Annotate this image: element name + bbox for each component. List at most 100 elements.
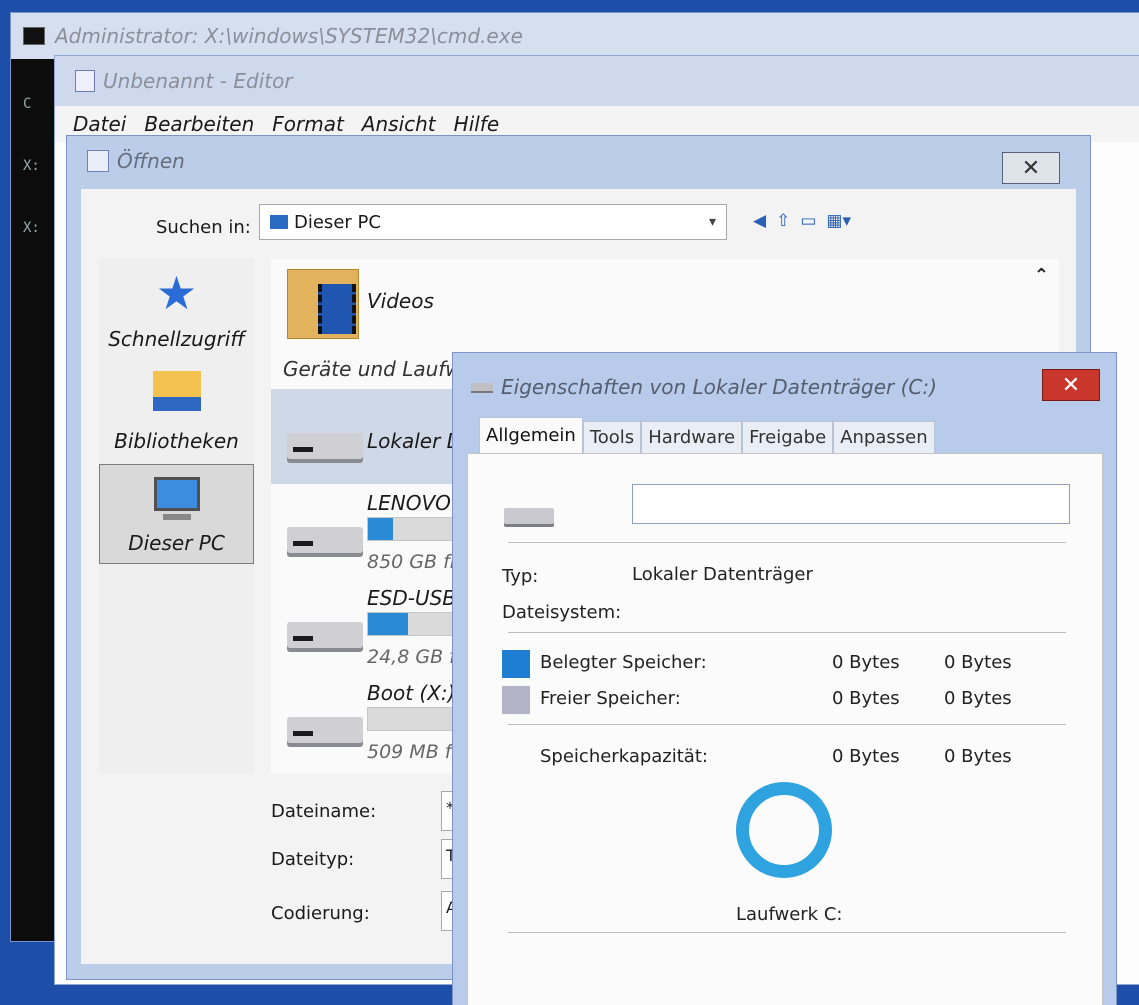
- drive-free: 24,8 GB f: [367, 646, 456, 668]
- usage-ring-chart: [736, 782, 832, 878]
- properties-tabs: Allgemein Tools Hardware Freigabe Anpass…: [479, 417, 935, 453]
- free-bytes: 0 Bytes: [832, 688, 900, 709]
- filename-label: Dateiname:: [271, 801, 377, 822]
- capacity-size: 0 Bytes: [944, 746, 1012, 767]
- menu-hilfe[interactable]: Hilfe: [454, 112, 500, 136]
- drive-usage-bar: [367, 707, 457, 731]
- used-color-swatch: [502, 650, 530, 678]
- place-label: Dieser PC: [128, 531, 225, 555]
- cmd-line: X:: [23, 158, 40, 174]
- open-toolbar: ◀ ⇧ ▭ ▦▾: [753, 211, 851, 231]
- place-quick-access[interactable]: ★ Schnellzugriff: [99, 269, 254, 369]
- menu-datei[interactable]: Datei: [73, 112, 126, 136]
- drive-icon: [504, 508, 554, 524]
- monitor-stand: [162, 514, 191, 520]
- videos-label[interactable]: Videos: [367, 289, 434, 313]
- general-tab-panel: Typ: Lokaler Datenträger Dateisystem: Be…: [467, 453, 1103, 1005]
- menu-bearbeiten[interactable]: Bearbeiten: [144, 112, 254, 136]
- capacity-bytes: 0 Bytes: [832, 746, 900, 767]
- type-value: Lokaler Datenträger: [632, 564, 813, 585]
- tab-freigabe[interactable]: Freigabe: [742, 421, 834, 453]
- properties-titlebar[interactable]: Eigenschaften von Lokaler Datenträger (C…: [453, 353, 1116, 421]
- open-close-button[interactable]: ✕: [1002, 152, 1060, 184]
- open-titlebar[interactable]: Öffnen ✕: [67, 136, 1090, 186]
- notepad-icon: [75, 70, 95, 92]
- tab-hardware[interactable]: Hardware: [641, 421, 743, 453]
- type-label: Typ:: [502, 566, 539, 587]
- properties-title: Eigenschaften von Lokaler Datenträger (C…: [501, 375, 937, 399]
- cmd-output: C X: X:: [23, 73, 40, 259]
- places-bar: ★ Schnellzugriff Bibliotheken Dieser PC: [99, 259, 254, 774]
- drive-led: [293, 541, 313, 546]
- drive-usage-fill: [368, 613, 408, 635]
- used-label: Belegter Speicher:: [540, 652, 707, 673]
- drive-name: ESD-USB: [367, 586, 457, 610]
- divider: [508, 542, 1066, 543]
- drive-name-input[interactable]: [632, 484, 1070, 524]
- filesystem-label: Dateisystem:: [502, 602, 622, 623]
- free-label: Freier Speicher:: [540, 688, 681, 709]
- cmd-icon: [23, 27, 45, 45]
- divider: [508, 932, 1066, 933]
- drive-icon: [287, 433, 363, 459]
- place-label: Bibliotheken: [114, 429, 239, 453]
- drive-usage-bar: [367, 612, 457, 636]
- drive-name: Boot (X:): [367, 681, 456, 705]
- drive-led: [293, 636, 313, 641]
- free-size: 0 Bytes: [944, 688, 1012, 709]
- used-bytes: 0 Bytes: [832, 652, 900, 673]
- drive-led: [293, 731, 313, 736]
- menu-ansicht[interactable]: Ansicht: [362, 112, 436, 136]
- properties-dialog: Eigenschaften von Lokaler Datenträger (C…: [452, 352, 1117, 1005]
- cmd-titlebar[interactable]: Administrator: X:\windows\SYSTEM32\cmd.e…: [11, 13, 1139, 59]
- scroll-up-icon[interactable]: ⌃: [1034, 265, 1049, 286]
- place-this-pc[interactable]: Dieser PC: [99, 464, 254, 564]
- drive-icon: [287, 527, 363, 553]
- place-label: Schnellzugriff: [108, 327, 245, 351]
- star-icon: ★: [155, 266, 198, 320]
- back-icon[interactable]: ◀: [753, 211, 766, 231]
- drive-name: Lokaler D: [367, 429, 463, 453]
- place-libraries[interactable]: Bibliotheken: [99, 371, 254, 471]
- editor-title: Unbenannt - Editor: [103, 69, 293, 93]
- up-folder-icon[interactable]: ⇧: [776, 211, 790, 231]
- drive-led: [293, 447, 313, 452]
- capacity-label: Speicherkapazität:: [540, 746, 708, 767]
- drive-usage-fill: [368, 518, 393, 540]
- look-in-select[interactable]: Dieser PC ▾: [259, 204, 727, 240]
- menu-format[interactable]: Format: [272, 112, 344, 136]
- drive-icon: [287, 622, 363, 648]
- drive-icon: [471, 383, 493, 391]
- drive-usage-bar: [367, 517, 457, 541]
- videos-folder-icon[interactable]: [287, 269, 359, 339]
- computer-icon: [270, 215, 288, 229]
- monitor-icon: [153, 477, 200, 511]
- free-color-swatch: [502, 686, 530, 714]
- chevron-down-icon: ▾: [708, 214, 716, 230]
- divider: [508, 632, 1066, 633]
- open-title: Öffnen: [117, 149, 185, 173]
- editor-titlebar[interactable]: Unbenannt - Editor: [55, 56, 1139, 106]
- tab-allgemein[interactable]: Allgemein: [479, 417, 583, 453]
- view-menu-icon[interactable]: ▦▾: [826, 211, 851, 231]
- devices-group-header: Geräte und Laufwe: [283, 357, 474, 381]
- new-folder-icon[interactable]: ▭: [800, 211, 816, 231]
- open-dialog-icon: [87, 150, 109, 172]
- library-icon: [152, 371, 201, 411]
- cmd-title: Administrator: X:\windows\SYSTEM32\cmd.e…: [55, 24, 523, 48]
- divider: [508, 724, 1066, 725]
- cmd-line: C: [23, 96, 32, 112]
- drive-icon: [287, 717, 363, 743]
- look-in-value: Dieser PC: [294, 211, 381, 233]
- close-icon: ✕: [1021, 155, 1041, 181]
- tab-anpassen[interactable]: Anpassen: [833, 421, 935, 453]
- filetype-label: Dateityp:: [271, 849, 355, 870]
- drive-free: 850 GB fr: [367, 551, 458, 573]
- drive-free: 509 MB fr: [367, 741, 460, 763]
- close-icon: ✕: [1061, 372, 1081, 398]
- look-in-label: Suchen in:: [156, 217, 251, 238]
- properties-close-button[interactable]: ✕: [1042, 369, 1100, 401]
- drive-name: LENOVO: [367, 491, 451, 515]
- tab-tools[interactable]: Tools: [582, 421, 642, 453]
- film-icon: [318, 284, 356, 334]
